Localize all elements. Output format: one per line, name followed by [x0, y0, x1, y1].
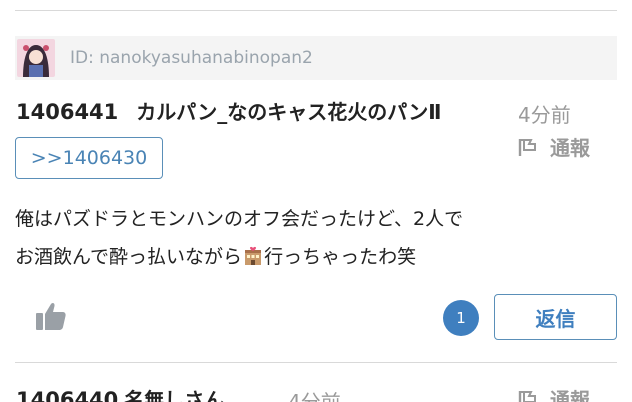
- post-body-text-before-emoji: お酒飲んで酔っ払いながら: [15, 246, 243, 268]
- user-id-text: ID: nanokyasuhanabinopan2: [70, 48, 313, 68]
- thumbs-up-icon: [36, 302, 66, 330]
- next-post-number[interactable]: 1406440: [16, 388, 118, 402]
- love-hotel-emoji-icon: [243, 246, 263, 271]
- post-divider: [15, 362, 617, 363]
- top-divider: [15, 10, 617, 11]
- avatar[interactable]: [17, 39, 55, 77]
- report-button[interactable]: 通報: [518, 132, 590, 161]
- post-time: 4分前: [518, 103, 571, 127]
- post-body-line-1: 俺はパズドラとモンハンのオフ会だったけど、2人で: [15, 208, 464, 230]
- next-report-button[interactable]: 通報: [518, 384, 590, 402]
- report-label: 通報: [550, 136, 590, 160]
- reply-anchor-link[interactable]: >>1406430: [15, 137, 163, 179]
- next-post-time: 4分前: [288, 390, 341, 402]
- flag-icon: [518, 390, 536, 402]
- post-body-line-2: お酒飲んで酔っ払いながら 行っちゃったわ笑: [15, 242, 416, 271]
- reply-count-badge[interactable]: 1: [443, 300, 479, 336]
- post-number[interactable]: 1406441: [16, 100, 118, 124]
- next-post-header: 1406440 名無しさん: [16, 384, 224, 402]
- flag-icon: [518, 138, 536, 156]
- reply-button[interactable]: 返信: [494, 294, 617, 340]
- poster-name: カルパン_なのキャス花火のパンⅡ: [136, 100, 442, 124]
- post-header: 1406441 カルパン_なのキャス花火のパンⅡ: [16, 96, 441, 125]
- like-button[interactable]: [34, 300, 68, 336]
- user-id-bar: ID: nanokyasuhanabinopan2: [15, 36, 617, 80]
- post-body-text-after-emoji: 行っちゃったわ笑: [264, 246, 417, 268]
- next-poster-name: 名無しさん: [124, 388, 225, 402]
- next-report-label: 通報: [550, 388, 590, 402]
